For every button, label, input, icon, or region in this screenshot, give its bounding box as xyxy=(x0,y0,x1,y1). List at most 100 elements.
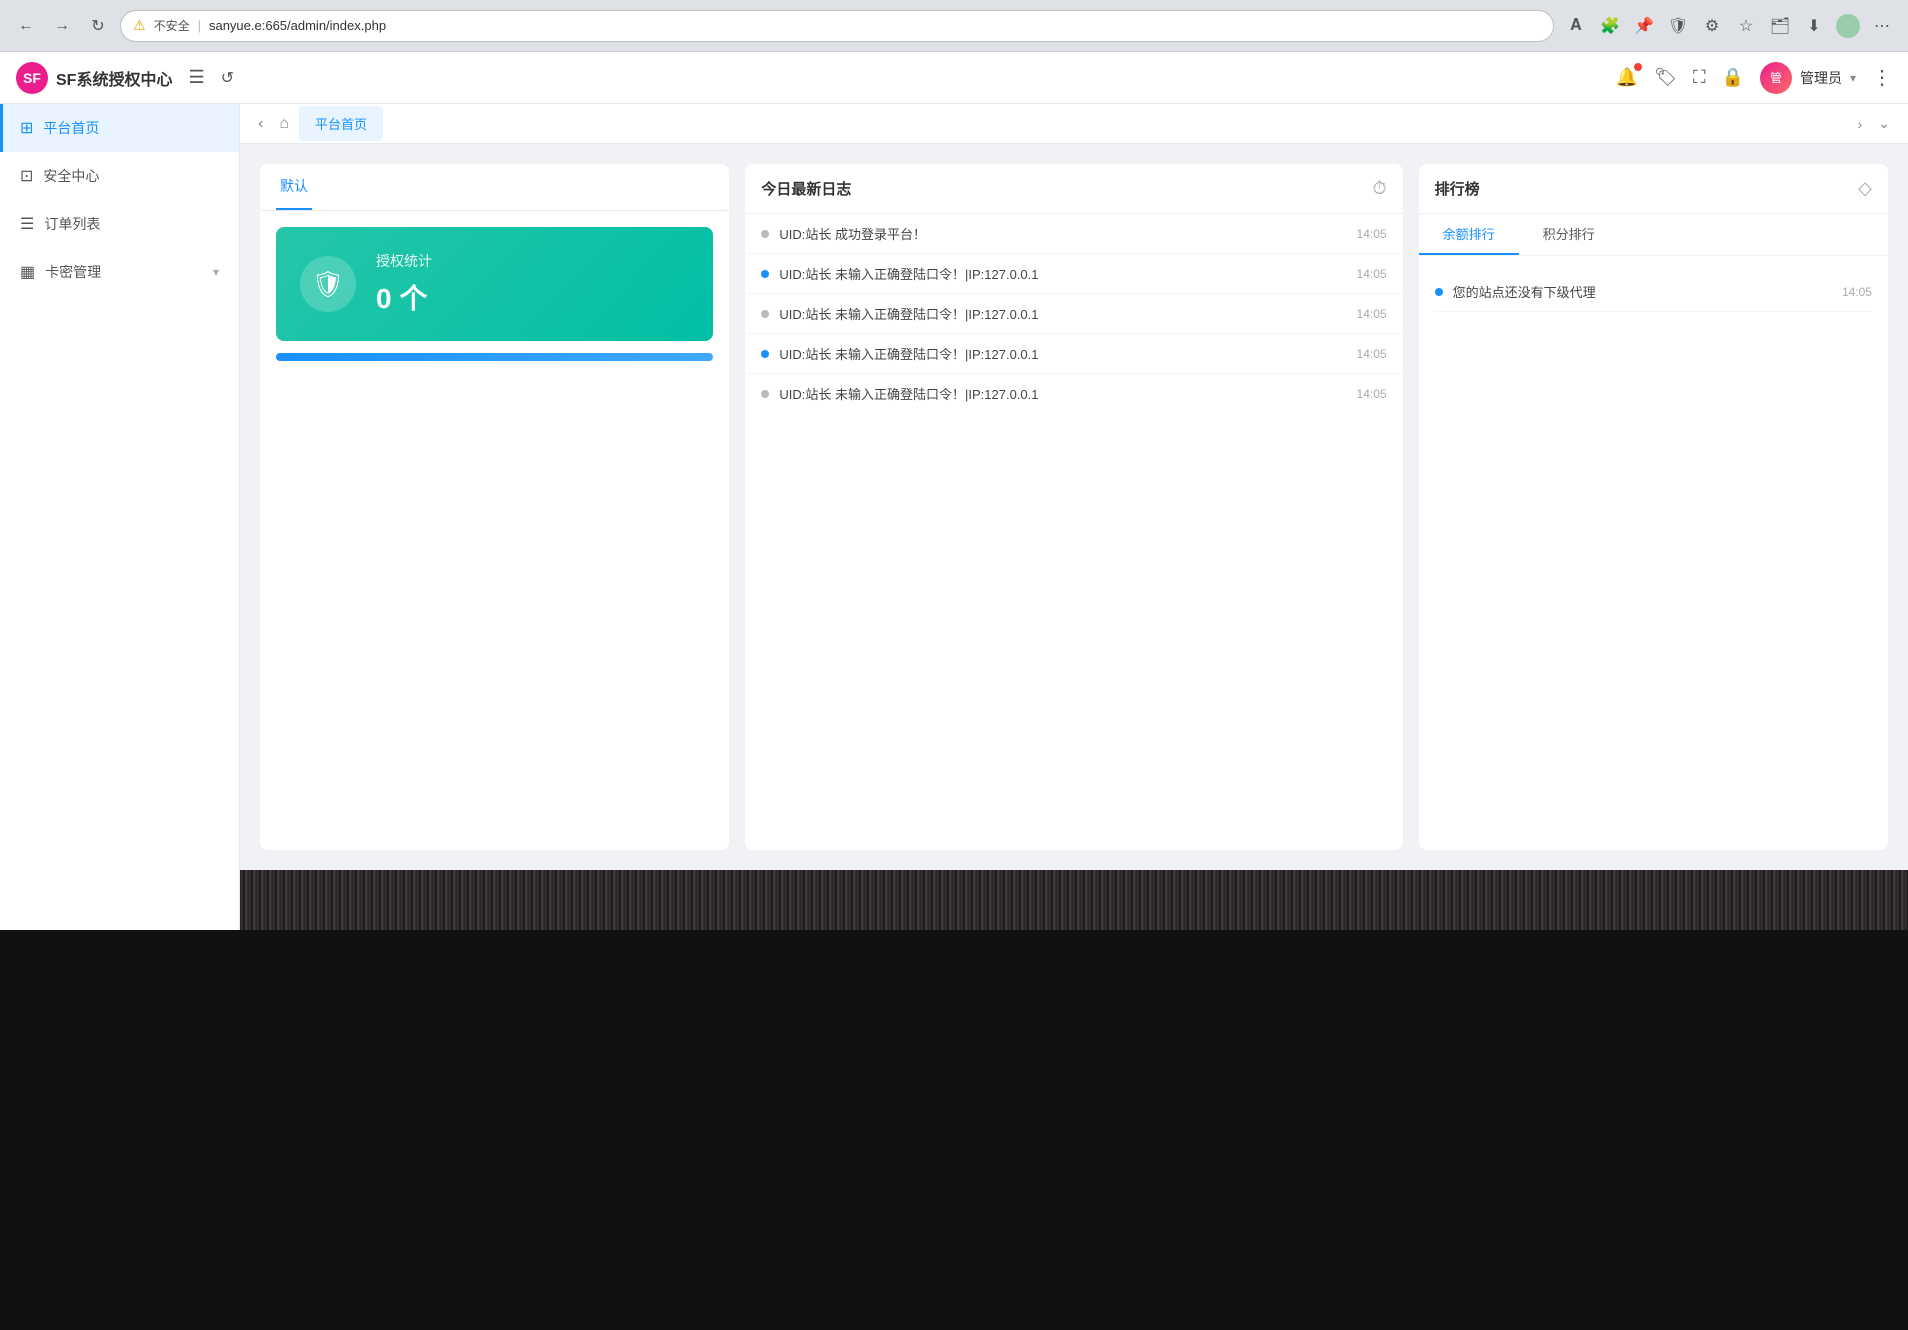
log-text: UID:站长 成功登录平台！ xyxy=(779,224,1346,243)
header-refresh-button[interactable]: ↺ xyxy=(221,68,234,88)
stat-cards-area: 🛡 授权统计 0 个 xyxy=(260,211,729,377)
log-item: UID:站长 成功登录平台！ 14:05 xyxy=(745,214,1402,254)
log-item: UID:站长 未输入正确登陆口令！|IP:127.0.0.1 14:05 xyxy=(745,374,1402,413)
header-dropdown-arrow-icon: ▾ xyxy=(1850,71,1856,85)
header-fullscreen-button[interactable]: ⛶ xyxy=(1693,67,1706,88)
rank-panel: 排行榜 ◇ 余额排行 积分排行 您的站点还没有下级代理 14:05 xyxy=(1419,164,1888,850)
tab-home-button[interactable]: ⌂ xyxy=(273,111,295,137)
browser-forward-button[interactable]: → xyxy=(48,12,76,40)
tab-forward-button[interactable]: › xyxy=(1852,112,1869,136)
sidebar-orders-label: 订单列表 xyxy=(44,214,219,234)
avatar: 管 xyxy=(1760,62,1792,94)
stat-card-auth: 🛡 授权统计 0 个 xyxy=(276,227,713,341)
rank-tab-balance[interactable]: 余额排行 xyxy=(1419,214,1519,255)
log-panel-header: 今日最新日志 ⏱ xyxy=(745,164,1402,214)
rank-text: 您的站点还没有下级代理 xyxy=(1453,282,1832,301)
left-panel: 默认 🛡 授权统计 0 个 xyxy=(260,164,729,850)
log-time: 14:05 xyxy=(1357,267,1387,281)
main-layout: ⊞ 平台首页 ⊡ 安全中心 ☰ 订单列表 ▦ 卡密管理 ▾ ‹ ⌂ xyxy=(0,104,1908,930)
browser-refresh-button[interactable]: ↻ xyxy=(84,12,112,40)
bell-badge xyxy=(1634,63,1642,71)
warning-icon: ⚠ xyxy=(133,17,146,34)
orders-icon: ☰ xyxy=(20,214,34,234)
stat-card-info: 授权统计 0 个 xyxy=(376,251,432,317)
browser-bookmark-button[interactable]: ☆ xyxy=(1732,12,1760,40)
rank-panel-title: 排行榜 xyxy=(1435,178,1480,199)
log-item: UID:站长 未输入正确登陆口令！|IP:127.0.0.1 14:05 xyxy=(745,334,1402,374)
log-time: 14:05 xyxy=(1357,307,1387,321)
log-text: UID:站长 未输入正确登陆口令！|IP:127.0.0.1 xyxy=(779,344,1346,363)
browser-right-icons: 𝐀 🧩 📌 🛡 ⚙ ☆ 🗂 ⬇ ⋯ xyxy=(1562,12,1896,40)
sidebar: ⊞ 平台首页 ⊡ 安全中心 ☰ 订单列表 ▦ 卡密管理 ▾ xyxy=(0,104,240,930)
header-user[interactable]: 管 管理员 ▾ xyxy=(1760,62,1856,94)
shield-stat-icon: 🛡 xyxy=(300,256,356,312)
browser-avatar-button[interactable] xyxy=(1834,12,1862,40)
log-dot-blue xyxy=(761,270,769,278)
sidebar-cards-label: 卡密管理 xyxy=(45,262,203,282)
log-dot-gray xyxy=(761,390,769,398)
rank-content: 您的站点还没有下级代理 14:05 xyxy=(1419,256,1888,328)
browser-address-bar[interactable]: ⚠ 不安全 | sanyue.e:665/admin/index.php xyxy=(120,10,1554,42)
header-bell-button[interactable]: 🔔 xyxy=(1616,67,1638,88)
rank-tabs: 余额排行 积分排行 xyxy=(1419,214,1888,256)
chevron-down-icon: ▾ xyxy=(213,265,219,279)
cards-icon: ▦ xyxy=(20,262,35,282)
diamond-icon: ◇ xyxy=(1858,178,1872,199)
log-item: UID:站长 未输入正确登陆口令！|IP:127.0.0.1 14:05 xyxy=(745,294,1402,334)
browser-chrome: ← → ↻ ⚠ 不安全 | sanyue.e:665/admin/index.p… xyxy=(0,0,1908,52)
header-tag-button[interactable]: 🏷 xyxy=(1654,67,1677,88)
header-more-button[interactable]: ⋮ xyxy=(1872,65,1892,90)
app-header: SF SF系统授权中心 ☰ ↺ 🔔 🏷 ⛶ 🔒 管 管理员 ▾ ⋮ xyxy=(0,52,1908,104)
clock-icon: ⏱ xyxy=(1373,178,1387,199)
browser-font-button[interactable]: 𝐀 xyxy=(1562,12,1590,40)
header-username: 管理员 xyxy=(1800,68,1842,88)
log-time: 14:05 xyxy=(1357,227,1387,241)
rank-panel-header: 排行榜 ◇ xyxy=(1419,164,1888,214)
rank-time: 14:05 xyxy=(1842,285,1872,299)
sidebar-item-home[interactable]: ⊞ 平台首页 xyxy=(0,104,239,152)
log-dot-blue xyxy=(761,350,769,358)
log-panel: 今日最新日志 ⏱ UID:站长 成功登录平台！ 14:05 UID xyxy=(745,164,1402,850)
rank-tab-points[interactable]: 积分排行 xyxy=(1519,214,1619,255)
tab-back-button[interactable]: ‹ xyxy=(252,111,269,137)
log-text: UID:站长 未输入正确登陆口令！|IP:127.0.0.1 xyxy=(779,264,1346,283)
log-dot-gray xyxy=(761,230,769,238)
sidebar-item-cards[interactable]: ▦ 卡密管理 ▾ xyxy=(0,248,239,296)
log-dot-gray xyxy=(761,310,769,318)
browser-download-button[interactable]: ⬇ xyxy=(1800,12,1828,40)
panel-tabs: 默认 xyxy=(260,164,729,211)
browser-shield-button[interactable]: 🛡 xyxy=(1664,12,1692,40)
log-list: UID:站长 成功登录平台！ 14:05 UID:站长 未输入正确登陆口令！|I… xyxy=(745,214,1402,413)
app-logo-icon: SF xyxy=(16,62,48,94)
browser-more-button[interactable]: ⋯ xyxy=(1868,12,1896,40)
tab-home[interactable]: 平台首页 xyxy=(299,106,383,141)
black-area xyxy=(0,930,1908,1330)
tab-home-label: 平台首页 xyxy=(315,114,367,133)
sidebar-item-orders[interactable]: ☰ 订单列表 xyxy=(0,200,239,248)
stat-bar xyxy=(276,353,713,361)
sidebar-security-label: 安全中心 xyxy=(43,166,219,186)
tab-bar: ‹ ⌂ 平台首页 › ⌄ xyxy=(240,104,1908,144)
app-header-right: 🔔 🏷 ⛶ 🔒 管 管理员 ▾ ⋮ xyxy=(1616,62,1892,94)
panel-tab-default[interactable]: 默认 xyxy=(276,164,312,210)
browser-pin-button[interactable]: 📌 xyxy=(1630,12,1658,40)
content-area: ‹ ⌂ 平台首页 › ⌄ 默认 xyxy=(240,104,1908,930)
header-lock-button[interactable]: 🔒 xyxy=(1722,67,1744,88)
browser-settings-button[interactable]: ⚙ xyxy=(1698,12,1726,40)
browser-extensions-button[interactable]: 🧩 xyxy=(1596,12,1624,40)
sidebar-item-security[interactable]: ⊡ 安全中心 xyxy=(0,152,239,200)
home-icon: ⊞ xyxy=(20,118,33,138)
glitch-strip xyxy=(240,870,1908,930)
sidebar-home-label: 平台首页 xyxy=(43,118,219,138)
log-text: UID:站长 未输入正确登陆口令！|IP:127.0.0.1 xyxy=(779,304,1346,323)
header-menu-button[interactable]: ☰ xyxy=(188,67,204,88)
rank-dot-blue xyxy=(1435,288,1443,296)
stat-card-value: 0 个 xyxy=(376,277,432,317)
dashboard: 默认 🛡 授权统计 0 个 xyxy=(240,144,1908,870)
log-panel-title: 今日最新日志 xyxy=(761,178,851,199)
tab-expand-button[interactable]: ⌄ xyxy=(1872,111,1896,136)
shield-icon: ⊡ xyxy=(20,166,33,186)
app-logo: SF SF系统授权中心 xyxy=(16,62,172,94)
browser-back-button[interactable]: ← xyxy=(12,12,40,40)
browser-wallet-button[interactable]: 🗂 xyxy=(1766,12,1794,40)
